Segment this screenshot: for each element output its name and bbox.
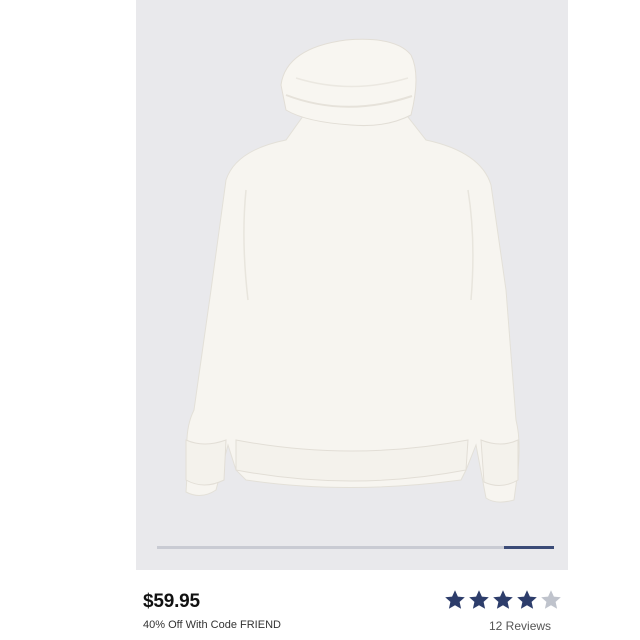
star-filled-icon xyxy=(515,588,539,612)
star-filled-icon xyxy=(467,588,491,612)
reviews-count[interactable]: 12 Reviews xyxy=(489,619,551,633)
carousel-active-indicator xyxy=(504,546,554,549)
image-carousel-progress[interactable] xyxy=(157,546,554,549)
promo-text: 40% Off With Code FRIEND xyxy=(143,619,281,631)
star-filled-icon xyxy=(491,588,515,612)
star-empty-icon xyxy=(539,588,563,612)
star-rating[interactable] xyxy=(443,588,569,612)
star-filled-icon xyxy=(443,588,467,612)
product-image[interactable] xyxy=(136,0,568,570)
product-price: $59.95 xyxy=(143,591,200,612)
product-card[interactable]: $59.95 40% Off With Code FRIEND 12 Revie… xyxy=(0,0,640,640)
sweater-illustration xyxy=(185,38,520,503)
